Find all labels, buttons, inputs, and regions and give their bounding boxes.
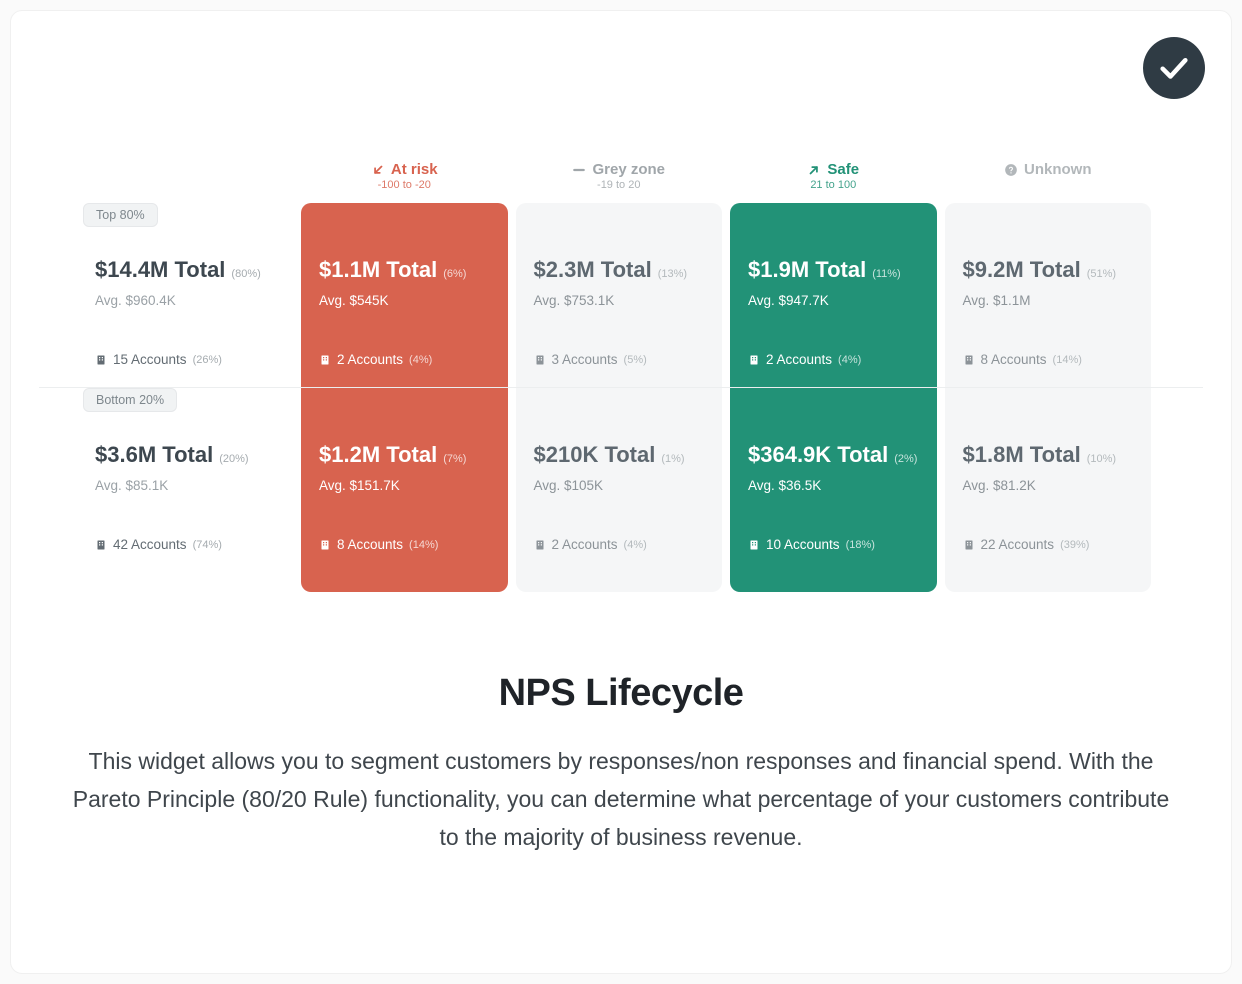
building-icon — [319, 539, 331, 551]
col-label: Unknown — [1024, 161, 1092, 178]
building-icon — [95, 539, 107, 551]
cell-bottom-safe[interactable]: $364.9K Total(2%) Avg. $36.5K 10 Account… — [730, 388, 937, 592]
building-icon — [534, 539, 546, 551]
column-headers: At risk -100 to -20 Grey zone -19 to 20 … — [87, 161, 1155, 203]
col-label: At risk — [391, 161, 438, 178]
building-icon — [534, 354, 546, 366]
row-accounts: 15 Accounts (26%) — [95, 352, 289, 367]
cell-top-safe[interactable]: $1.9M Total(11%) Avg. $947.7K 2 Accounts… — [730, 203, 937, 387]
cell-bottom-grey[interactable]: $210K Total(1%) Avg. $105K 2 Accounts(4%… — [516, 388, 723, 592]
cell-bottom-risk[interactable]: $1.2M Total(7%) Avg. $151.7K 8 Accounts(… — [301, 388, 508, 592]
row-avg: Avg. $85.1K — [95, 478, 289, 493]
building-icon — [95, 354, 107, 366]
arrow-up-right-icon — [807, 163, 821, 177]
widget-card: At risk -100 to -20 Grey zone -19 to 20 … — [10, 10, 1232, 974]
widget-caption: NPS Lifecycle This widget allows you to … — [39, 672, 1203, 857]
row-summary: Bottom 20% $3.6M Total (20%) Avg. $85.1K… — [87, 388, 297, 592]
grid-row-bottom: Bottom 20% $3.6M Total (20%) Avg. $85.1K… — [87, 388, 1155, 592]
building-icon — [963, 539, 975, 551]
widget-description: This widget allows you to segment custom… — [66, 743, 1176, 857]
row-badge: Top 80% — [83, 203, 158, 227]
col-label: Safe — [827, 161, 859, 178]
cell-top-grey[interactable]: $2.3M Total(13%) Avg. $753.1K 3 Accounts… — [516, 203, 723, 387]
building-icon — [748, 354, 760, 366]
col-range: 21 to 100 — [810, 179, 856, 191]
building-icon — [748, 539, 760, 551]
row-avg: Avg. $960.4K — [95, 293, 289, 308]
row-total: $3.6M Total (20%) — [95, 442, 289, 468]
col-label: Grey zone — [592, 161, 665, 178]
row-total: $14.4M Total (80%) — [95, 257, 289, 283]
cell-top-risk[interactable]: $1.1M Total(6%) Avg. $545K 2 Accounts(4%… — [301, 203, 508, 387]
building-icon — [963, 354, 975, 366]
row-badge: Bottom 20% — [83, 388, 177, 412]
col-header-grey-zone: Grey zone -19 to 20 — [512, 161, 727, 203]
row-accounts: 42 Accounts (74%) — [95, 537, 289, 552]
row-summary: Top 80% $14.4M Total (80%) Avg. $960.4K … — [87, 203, 297, 387]
lifecycle-grid: At risk -100 to -20 Grey zone -19 to 20 … — [87, 161, 1155, 592]
question-circle-icon — [1004, 163, 1018, 177]
col-header-unknown: Unknown — [941, 161, 1156, 203]
widget-title: NPS Lifecycle — [63, 672, 1179, 715]
selected-check-icon[interactable] — [1143, 37, 1205, 99]
arrow-down-left-icon — [371, 163, 385, 177]
grid-row-top: Top 80% $14.4M Total (80%) Avg. $960.4K … — [87, 203, 1155, 387]
cell-bottom-unknown[interactable]: $1.8M Total(10%) Avg. $81.2K 22 Accounts… — [945, 388, 1152, 592]
building-icon — [319, 354, 331, 366]
cell-top-unknown[interactable]: $9.2M Total(51%) Avg. $1.1M 8 Accounts(1… — [945, 203, 1152, 387]
col-range: -100 to -20 — [378, 179, 431, 191]
col-range: -19 to 20 — [597, 179, 640, 191]
col-header-safe: Safe 21 to 100 — [726, 161, 941, 203]
dash-icon — [572, 163, 586, 177]
col-header-at-risk: At risk -100 to -20 — [297, 161, 512, 203]
